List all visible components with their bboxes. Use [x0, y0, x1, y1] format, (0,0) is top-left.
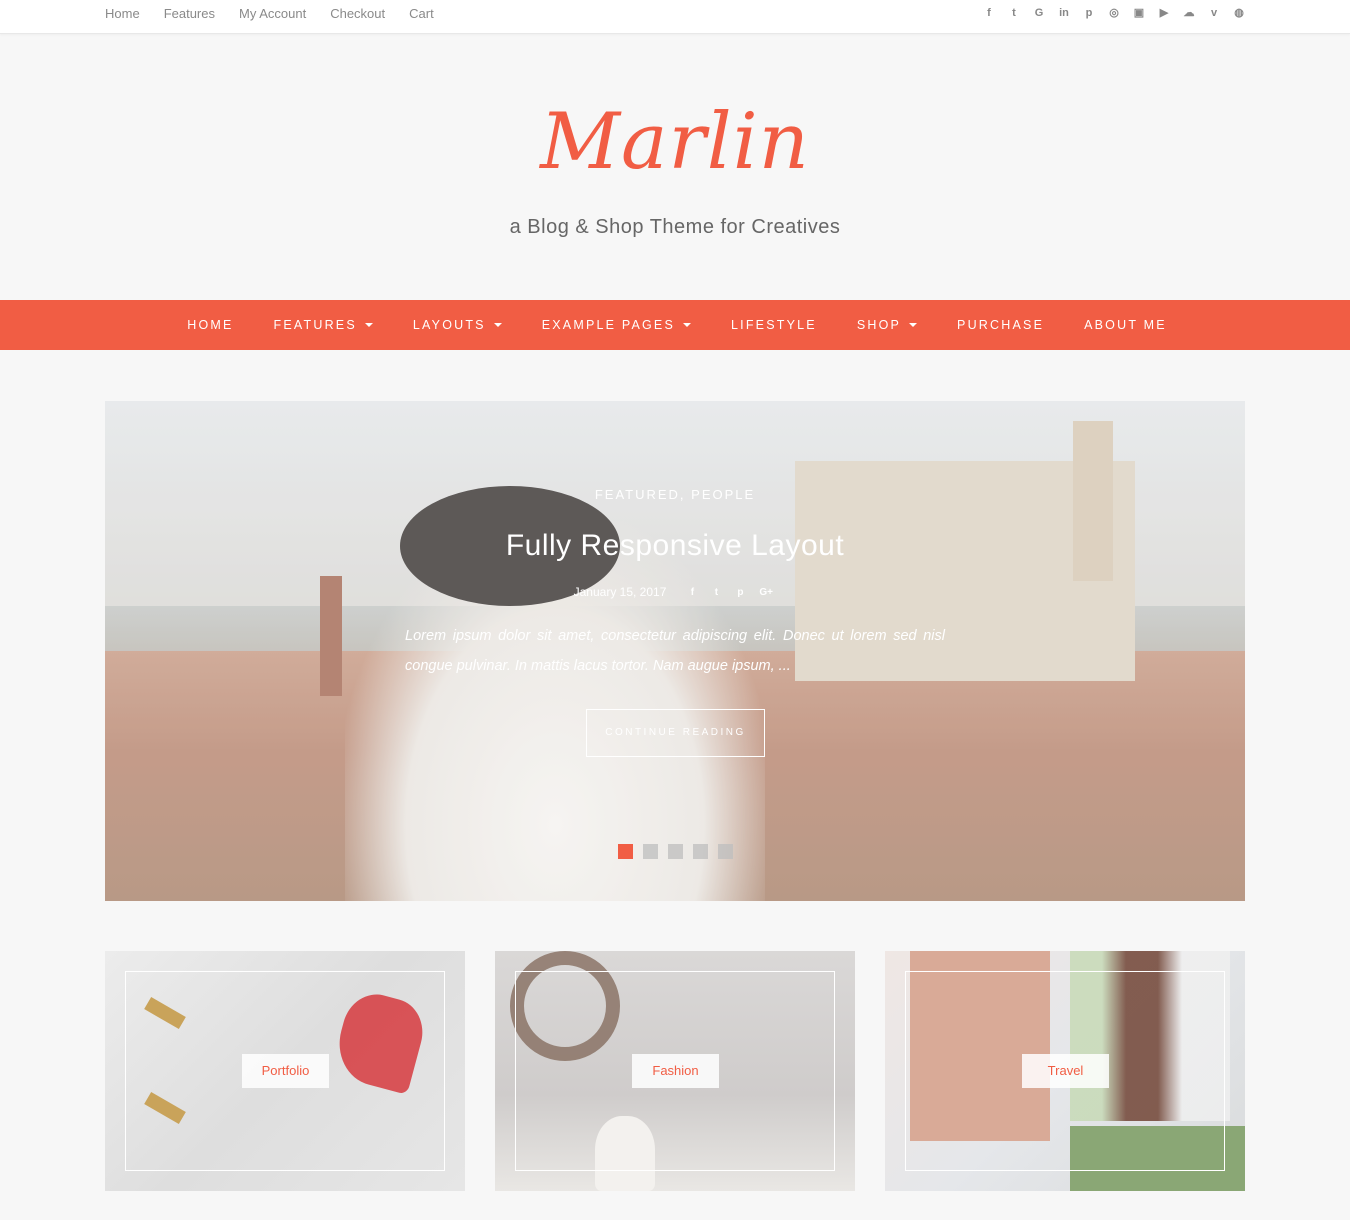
- dribbble-icon[interactable]: ◍: [1232, 5, 1246, 21]
- youtube-icon[interactable]: ▶: [1157, 5, 1171, 21]
- facebook-icon[interactable]: f: [982, 5, 996, 21]
- nav-item-label: PURCHASE: [957, 318, 1045, 332]
- continue-reading-button[interactable]: CONTINUE READING: [586, 709, 765, 757]
- hero-date: January 15, 2017: [573, 585, 667, 599]
- social-icons: f t G in p ◎ ▣ ▶ ☁ v ◍: [971, 5, 1246, 21]
- share-pinterest-icon[interactable]: p: [735, 587, 745, 598]
- hero-categories[interactable]: FEATURED, PEOPLE: [105, 487, 1245, 502]
- nav-item-label: ABOUT ME: [1084, 318, 1167, 332]
- nav-item-label: HOME: [187, 318, 234, 332]
- caret-down-icon: [683, 323, 691, 327]
- caret-down-icon: [909, 323, 918, 327]
- nav-item-features[interactable]: FEATURES: [254, 300, 393, 350]
- caret-down-icon: [364, 323, 373, 327]
- slider-dots: [618, 844, 743, 859]
- promo-card-travel[interactable]: Travel: [885, 951, 1245, 1191]
- top-bar: Home Features My Account Checkout Cart f…: [0, 0, 1350, 34]
- twitter-icon[interactable]: t: [1007, 5, 1021, 21]
- hero-excerpt: Lorem ipsum dolor sit amet, consectetur …: [405, 628, 945, 674]
- nav-item-label: SHOP: [856, 318, 902, 332]
- caret-down-icon: [493, 323, 502, 327]
- nav-item-example-pages[interactable]: EXAMPLE PAGES: [522, 300, 711, 350]
- share-facebook-icon[interactable]: f: [687, 587, 697, 598]
- slider-dot[interactable]: [643, 844, 658, 859]
- hero-slider: FEATURED, PEOPLE Fully Responsive Layout…: [105, 401, 1245, 901]
- promo-card-fashion[interactable]: Fashion: [495, 951, 855, 1191]
- nav-item-home[interactable]: HOME: [167, 300, 253, 350]
- top-link-features[interactable]: Features: [164, 6, 215, 22]
- site-logo[interactable]: Marlin: [0, 92, 1350, 192]
- card-label[interactable]: Travel: [1022, 1054, 1109, 1088]
- top-link-home[interactable]: Home: [105, 6, 140, 22]
- google-plus-icon[interactable]: G: [1032, 5, 1046, 21]
- card-label[interactable]: Portfolio: [242, 1054, 329, 1088]
- nav-item-label: FEATURES: [273, 318, 357, 332]
- nav-item-label: LAYOUTS: [412, 318, 486, 332]
- share-google-plus-icon[interactable]: G+: [759, 587, 773, 598]
- vimeo-icon[interactable]: v: [1207, 5, 1221, 21]
- top-link-cart[interactable]: Cart: [409, 6, 434, 22]
- nav-item-label: EXAMPLE PAGES: [541, 318, 675, 332]
- slider-dot[interactable]: [668, 844, 683, 859]
- slider-dot[interactable]: [693, 844, 708, 859]
- card-label[interactable]: Fashion: [632, 1054, 719, 1088]
- nav-item-shop[interactable]: SHOP: [837, 300, 937, 350]
- slider-dot[interactable]: [618, 844, 633, 859]
- slider-dot[interactable]: [718, 844, 733, 859]
- flickr-icon[interactable]: ▣: [1132, 5, 1146, 21]
- linkedin-icon[interactable]: in: [1057, 5, 1071, 21]
- hero-meta: January 15, 2017 f t p G+: [105, 585, 1245, 599]
- top-links: Home Features My Account Checkout Cart: [105, 6, 458, 22]
- promo-card-portfolio[interactable]: Portfolio: [105, 951, 465, 1191]
- soundcloud-icon[interactable]: ☁: [1182, 5, 1196, 21]
- nav-item-lifestyle[interactable]: LIFESTYLE: [711, 300, 837, 350]
- nav-item-label: LIFESTYLE: [731, 318, 817, 332]
- top-link-checkout[interactable]: Checkout: [330, 6, 385, 22]
- share-twitter-icon[interactable]: t: [711, 587, 721, 598]
- top-link-my-account[interactable]: My Account: [239, 6, 306, 22]
- instagram-icon[interactable]: ◎: [1107, 5, 1121, 21]
- nav-item-purchase[interactable]: PURCHASE: [937, 300, 1064, 350]
- main-nav: HOME FEATURES LAYOUTS EXAMPLE PAGES LIFE…: [0, 300, 1350, 350]
- nav-item-about-me[interactable]: ABOUT ME: [1064, 300, 1187, 350]
- pinterest-icon[interactable]: p: [1082, 5, 1096, 21]
- nav-item-layouts[interactable]: LAYOUTS: [393, 300, 522, 350]
- hero-title[interactable]: Fully Responsive Layout: [105, 529, 1245, 563]
- site-tagline: a Blog & Shop Theme for Creatives: [509, 216, 841, 238]
